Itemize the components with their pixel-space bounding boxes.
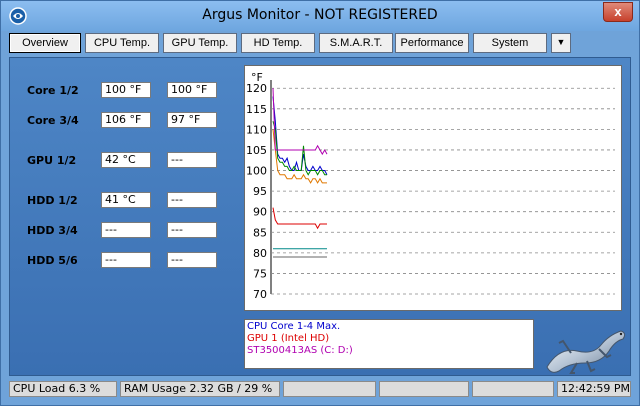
title-bar: Argus Monitor - NOT REGISTERED x <box>1 1 639 31</box>
temperature-chart-box: °F 120 115 110 105 100 95 90 85 80 75 70 <box>244 65 622 311</box>
reading-value: 100 °F <box>101 82 151 98</box>
series-line-4 <box>272 207 327 230</box>
tab-gpu-temp[interactable]: GPU Temp. <box>163 33 237 53</box>
legend-entry-hdd: ST3500413AS (C: D:) <box>247 345 353 356</box>
status-cell-empty <box>379 381 469 397</box>
tab-hd-temp[interactable]: HD Temp. <box>241 33 315 53</box>
ram-usage-status: RAM Usage 2.32 GB / 29 % <box>120 381 280 397</box>
reading-value: 97 °F <box>167 112 217 128</box>
close-button[interactable]: x <box>603 2 633 22</box>
y-tick-label: 75 <box>253 267 267 280</box>
reading-label: HDD 1/2 <box>27 194 78 207</box>
reading-label: HDD 3/4 <box>27 224 78 237</box>
y-tick-label: 105 <box>246 144 267 157</box>
y-tick-label: 90 <box>253 206 267 219</box>
series-line-0 <box>272 96 328 175</box>
tab-smart[interactable]: S.M.A.R.T. <box>319 33 393 53</box>
reading-value: 100 °F <box>167 82 217 98</box>
reading-value: 41 °C <box>101 192 151 208</box>
y-tick-label: 115 <box>246 103 267 116</box>
tab-system[interactable]: System <box>473 33 547 53</box>
legend-entry-cpu: CPU Core 1-4 Max. <box>247 321 341 332</box>
reading-value: --- <box>167 152 217 168</box>
reading-value: --- <box>101 252 151 268</box>
status-bar: CPU Load 6.3 % RAM Usage 2.32 GB / 29 % … <box>1 379 639 405</box>
clock-status: 12:42:59 PM <box>557 381 631 397</box>
status-cell-empty <box>283 381 376 397</box>
temperature-chart: °F120115110105100959085807570 <box>246 71 615 301</box>
tab-cpu-temp[interactable]: CPU Temp. <box>85 33 159 53</box>
reading-value: --- <box>167 252 217 268</box>
tab-overview[interactable]: Overview <box>9 33 81 53</box>
reading-value: --- <box>101 222 151 238</box>
series-line-2 <box>272 129 327 184</box>
y-tick-label: 95 <box>253 185 267 198</box>
reading-label: HDD 5/6 <box>27 254 78 267</box>
reading-value: --- <box>167 192 217 208</box>
status-cell-empty <box>472 381 554 397</box>
y-tick-label: 80 <box>253 247 267 260</box>
reading-value: 42 °C <box>101 152 151 168</box>
reading-value: 106 °F <box>101 112 151 128</box>
tab-performance[interactable]: Performance <box>395 33 469 53</box>
tabs-dropdown-button[interactable]: ▼ <box>551 33 571 53</box>
reading-label: GPU 1/2 <box>27 154 77 167</box>
lizard-logo-icon <box>546 330 626 374</box>
reading-value: --- <box>167 222 217 238</box>
legend-entry-gpu: GPU 1 (Intel HD) <box>247 333 330 344</box>
reading-label: Core 1/2 <box>27 84 79 97</box>
chart-legend: CPU Core 1-4 Max. GPU 1 (Intel HD) ST350… <box>244 319 534 369</box>
reading-label: Core 3/4 <box>27 114 79 127</box>
y-tick-label: 85 <box>253 226 267 239</box>
y-tick-label: 70 <box>253 288 267 301</box>
series-line-3 <box>272 88 328 156</box>
y-tick-label: 100 <box>246 165 267 178</box>
window-title: Argus Monitor - NOT REGISTERED <box>202 7 438 23</box>
app-window: Argus Monitor - NOT REGISTERED x Overvie… <box>0 0 640 406</box>
y-tick-label: 110 <box>246 123 267 136</box>
cpu-load-status: CPU Load 6.3 % <box>9 381 117 397</box>
y-tick-label: 120 <box>246 82 267 95</box>
